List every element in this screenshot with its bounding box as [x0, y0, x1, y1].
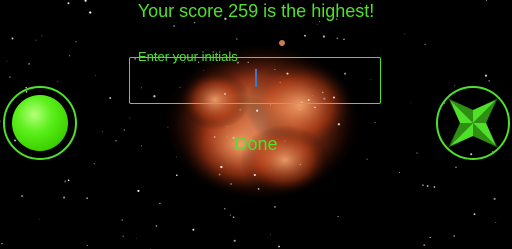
star [278, 245, 280, 248]
star [122, 235, 124, 237]
done-button[interactable]: Done [222, 132, 290, 156]
star [454, 85, 456, 87]
text-caret [255, 69, 257, 87]
star [123, 129, 126, 131]
fire-button[interactable] [3, 86, 77, 160]
star [75, 41, 77, 43]
star [28, 63, 30, 65]
star [41, 35, 43, 37]
star [1, 242, 3, 245]
score-banner: Your score 259 is the highest! [137, 1, 375, 21]
star [336, 37, 339, 40]
star [236, 38, 238, 40]
star [57, 81, 59, 83]
star [9, 76, 11, 78]
star [64, 180, 67, 183]
star [337, 123, 341, 126]
star [129, 117, 131, 119]
star [86, 197, 88, 200]
star [213, 136, 216, 138]
star [6, 60, 8, 62]
star [68, 54, 71, 57]
star [273, 205, 277, 208]
star [137, 189, 140, 192]
star [484, 74, 488, 77]
star [220, 165, 223, 169]
star [488, 80, 490, 82]
star [398, 172, 400, 174]
star [343, 38, 345, 41]
star [453, 235, 455, 237]
initials-input[interactable]: Enter your initials [129, 49, 381, 104]
star [455, 166, 457, 168]
star [366, 158, 368, 160]
star [230, 183, 232, 185]
star [424, 43, 426, 46]
star [193, 21, 196, 24]
star [67, 179, 70, 182]
star [495, 221, 497, 224]
star [155, 225, 158, 227]
star [173, 25, 176, 28]
star [299, 163, 302, 166]
star [229, 214, 232, 216]
star [404, 33, 406, 35]
star [337, 215, 339, 218]
star [429, 236, 431, 239]
star [433, 186, 436, 188]
star [253, 173, 256, 177]
star [101, 130, 104, 132]
star [223, 208, 226, 210]
star [374, 121, 376, 124]
star [232, 216, 235, 219]
star [11, 37, 14, 40]
star [299, 109, 301, 111]
dpad-button[interactable] [436, 86, 510, 160]
star [176, 174, 178, 176]
star [269, 104, 271, 106]
star [233, 239, 236, 242]
star [422, 184, 424, 186]
star [410, 102, 412, 103]
star [20, 194, 24, 198]
star [426, 185, 429, 187]
star [86, 244, 88, 247]
star [304, 34, 306, 37]
star [121, 219, 123, 221]
star [141, 145, 142, 147]
star [192, 228, 195, 231]
star [62, 196, 66, 199]
initials-label: Enter your initials [138, 49, 238, 64]
star [316, 24, 318, 26]
star [314, 106, 316, 109]
star [218, 173, 221, 176]
star [95, 75, 96, 77]
green-orb-icon [12, 95, 68, 151]
star [136, 237, 137, 239]
star [109, 97, 112, 99]
star [0, 120, 1, 123]
star [239, 109, 241, 111]
star [256, 109, 259, 112]
star [257, 188, 260, 190]
star [318, 20, 321, 23]
star [159, 202, 161, 205]
star [176, 156, 178, 158]
star [416, 152, 418, 154]
star [493, 197, 496, 201]
four-arrow-dpad-icon [448, 98, 498, 148]
star [39, 219, 40, 220]
star [473, 213, 476, 216]
star [115, 139, 117, 142]
star [270, 234, 271, 236]
star [423, 244, 426, 247]
star [93, 163, 95, 165]
star [226, 125, 228, 127]
star [322, 35, 326, 38]
star [167, 126, 169, 128]
star [35, 39, 37, 41]
